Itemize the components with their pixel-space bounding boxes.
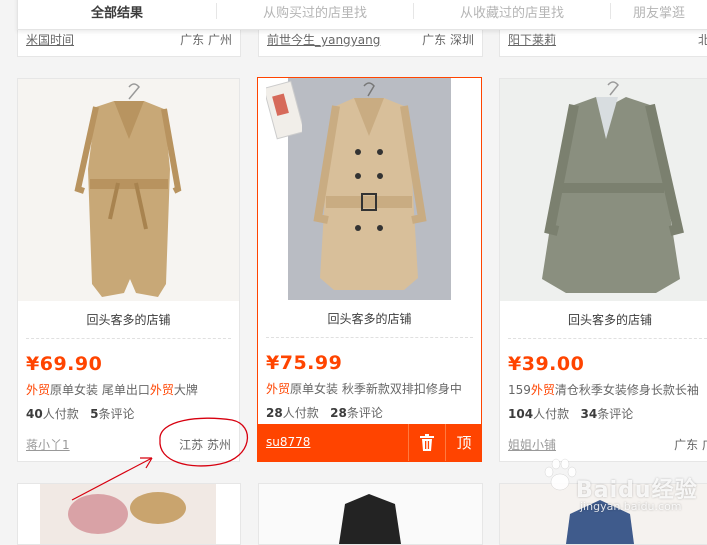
product-card[interactable]: 回头客多的店铺 ¥69.90 外贸原单女装 尾单出口外贸大牌 40人付款 5条评… — [17, 78, 240, 462]
product-title[interactable]: 外贸原单女装 秋季新款双排扣修身中 — [266, 380, 473, 397]
title-keyword: 外贸 — [530, 383, 555, 397]
title-text: 大牌 — [173, 383, 198, 397]
shop-badge: 回头客多的店铺 — [266, 310, 473, 338]
seller-link[interactable]: 阳下莱莉 — [508, 31, 556, 48]
paid-count: 104 — [508, 407, 534, 421]
seller-location: 广东 深圳 — [422, 33, 474, 47]
card-action-bar: su8778 顶 — [257, 424, 482, 461]
product-title[interactable]: 159外贸清仓秋季女装修身长款长袖 — [508, 381, 707, 398]
tab-favorited-shops[interactable]: 从收藏过的店里找 — [414, 2, 610, 21]
seller-location: 江苏 苏州 — [179, 438, 231, 452]
paid-label: 人付款 — [282, 406, 319, 420]
product-title[interactable]: 外贸原单女装 尾单出口外贸大牌 — [26, 381, 231, 398]
magazine-image — [266, 80, 302, 140]
product-price: ¥69.90 — [26, 353, 103, 375]
product-price: ¥39.00 — [508, 353, 585, 375]
pin-top-label: 顶 — [456, 434, 472, 452]
product-image[interactable] — [18, 79, 239, 301]
product-card-partial[interactable] — [17, 483, 241, 545]
product-image[interactable] — [288, 78, 451, 300]
product-price: ¥75.99 — [266, 352, 343, 374]
review-label: 条评论 — [597, 407, 634, 421]
pin-top-button[interactable]: 顶 — [445, 424, 482, 461]
delete-button[interactable] — [408, 424, 445, 461]
title-keyword: 外贸 — [149, 383, 174, 397]
review-label: 条评论 — [346, 406, 383, 420]
tab-purchased-shops[interactable]: 从购买过的店里找 — [217, 2, 413, 21]
product-card-selected[interactable]: 回头客多的店铺 ¥75.99 外贸原单女装 秋季新款双排扣修身中 28人付款 2… — [257, 77, 482, 462]
title-text: 原单女装 秋季新款双排扣修身中 — [290, 382, 462, 396]
seller-link[interactable]: su8778 — [266, 435, 310, 449]
seller-link[interactable]: 姐姐小铺 — [508, 436, 556, 453]
review-count: 28 — [330, 406, 347, 420]
review-count: 5 — [90, 407, 99, 421]
review-label: 条评论 — [98, 407, 135, 421]
product-image — [40, 484, 216, 544]
tab-all-results[interactable]: 全部结果 — [18, 2, 216, 21]
seller-link[interactable]: 蒋小丫1 — [26, 436, 70, 453]
product-card-partial[interactable] — [258, 483, 483, 545]
product-card[interactable]: 回头客多的店铺 ¥39.00 159外贸清仓秋季女装修身长款长袖 104人付款 … — [499, 78, 707, 462]
title-keyword: 外贸 — [26, 383, 51, 397]
shop-badge: 回头客多的店铺 — [26, 311, 231, 339]
sales-stats: 28人付款 28条评论 — [266, 404, 383, 421]
seller-location: 广东 广州 — [180, 33, 232, 47]
product-card-partial[interactable] — [499, 483, 707, 545]
title-text: 159 — [508, 383, 531, 397]
seller-location: 北京 — [697, 33, 707, 47]
paid-label: 人付款 — [533, 407, 570, 421]
sales-stats: 104人付款 34条评论 — [508, 405, 633, 422]
result-tab-bar: 全部结果 从购买过的店里找 从收藏过的店里找 朋友掌逛 — [17, 0, 707, 30]
paid-count: 28 — [266, 406, 283, 420]
paid-count: 40 — [26, 407, 43, 421]
title-text: 清仓秋季女装修身长款长袖 — [554, 383, 699, 397]
title-text: 原单女装 尾单出口 — [50, 383, 150, 397]
review-count: 34 — [580, 407, 598, 421]
product-image[interactable] — [500, 79, 707, 301]
seller-location: 广东 广州 — [674, 438, 707, 452]
tab-friends[interactable]: 朋友掌逛 — [611, 2, 707, 21]
seller-link[interactable]: 米国时间 — [26, 31, 74, 48]
trash-icon — [420, 434, 434, 451]
title-keyword: 外贸 — [266, 382, 291, 396]
paid-label: 人付款 — [42, 407, 79, 421]
seller-link[interactable]: 前世今生_yangyang — [267, 31, 380, 48]
product-image — [259, 484, 482, 544]
shop-badge: 回头客多的店铺 — [508, 311, 707, 339]
sales-stats: 40人付款 5条评论 — [26, 405, 135, 422]
product-image — [500, 484, 707, 544]
